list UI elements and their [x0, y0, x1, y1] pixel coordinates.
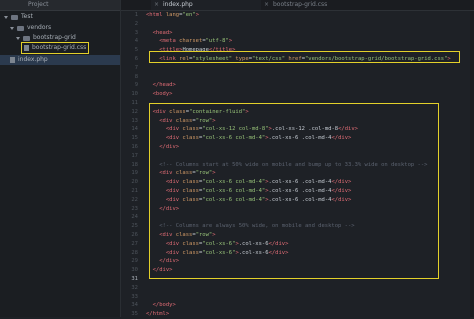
- line-number: 23: [131, 205, 138, 212]
- tree-item-label: vendors: [27, 24, 52, 31]
- code-token: <body>: [146, 91, 173, 98]
- chevron-down-icon: [10, 26, 14, 30]
- tree-item-label: bootstrap-grid.css: [32, 44, 87, 51]
- line-number: 20: [131, 179, 138, 186]
- file-icon: [24, 45, 29, 51]
- line-number: 17: [131, 152, 138, 159]
- chevron-down-icon: [4, 15, 8, 19]
- folder-icon: [11, 14, 18, 20]
- line-number: 19: [131, 170, 138, 177]
- code-token: charset: [175, 38, 203, 45]
- line-number: 22: [131, 196, 138, 203]
- tab-label: bootstrap-grid.css: [273, 1, 328, 8]
- line-number: 1: [134, 12, 138, 18]
- line-number: 33: [131, 293, 138, 300]
- tree-item-label: Test: [21, 13, 33, 20]
- tree-item-index-php[interactable]: index.php: [10, 55, 48, 65]
- code-line: </body>: [146, 301, 176, 310]
- code-token: >: [228, 38, 233, 45]
- line-number: 31: [131, 276, 138, 282]
- project-panel-header: Project: [0, 0, 120, 11]
- line-number: 12: [131, 108, 138, 115]
- line-number: 5: [134, 47, 138, 54]
- code-editor[interactable]: 1 2 3 4 5 6 7 8 9 10 11 12 13 14 15 16 17 18 19 20 21 22 23 24 2…: [121, 11, 474, 317]
- line-number: 27: [131, 240, 138, 247]
- code-token: </body>: [146, 302, 176, 309]
- line-number: 25: [131, 223, 138, 230]
- code-line: <html lang="en">: [146, 11, 199, 20]
- code-line: <meta charset="utf-8">: [146, 37, 232, 46]
- line-number: 8: [134, 73, 138, 80]
- line-number: 35: [131, 311, 138, 318]
- line-number: 18: [131, 161, 138, 168]
- line-number: 14: [131, 126, 138, 133]
- code-token: <head>: [146, 29, 173, 36]
- line-number: 24: [131, 214, 138, 221]
- tree-item-vendors[interactable]: vendors: [10, 23, 51, 33]
- close-icon[interactable]: ×: [264, 0, 269, 10]
- line-number: 30: [131, 267, 138, 274]
- tab-bar: × index.php × bootstrap-grid.css: [121, 0, 474, 11]
- tree-item-bootstrap-grid[interactable]: bootstrap-grid: [16, 33, 76, 43]
- line-number: 26: [131, 232, 138, 238]
- tree-item-test[interactable]: Test: [4, 12, 33, 22]
- line-number: 21: [131, 188, 138, 194]
- tab-label: index.php: [163, 1, 193, 8]
- tree-item-label: index.php: [18, 56, 48, 63]
- line-number: 9: [134, 82, 138, 89]
- line-number: 6: [134, 56, 138, 62]
- code-line: </head>: [146, 81, 176, 90]
- file-icon: [10, 57, 15, 63]
- line-number: 15: [131, 135, 138, 142]
- tree-item-bootstrap-grid-css[interactable]: bootstrap-grid.css: [20, 42, 90, 54]
- highlight-box-link-line: [149, 51, 460, 63]
- scrollbar[interactable]: [470, 11, 474, 317]
- code-token: >: [195, 12, 199, 18]
- line-number: 4: [134, 38, 138, 45]
- line-number: 16: [131, 144, 138, 150]
- code-token: </head>: [146, 82, 176, 89]
- tab-bootstrap-grid-css[interactable]: × bootstrap-grid.css: [261, 0, 381, 10]
- editor-window: Project Test vendors bootstrap-grid boot…: [0, 0, 474, 317]
- line-number: 13: [131, 117, 138, 124]
- tree-item-label: bootstrap-grid: [33, 34, 76, 41]
- line-number-gutter: 1 2 3 4 5 6 7 8 9 10 11 12 13 14 15 16 17 18 19 20 21 22 23 24 2…: [121, 11, 141, 317]
- line-number: 32: [131, 284, 138, 291]
- project-tree-panel: Project Test vendors bootstrap-grid boot…: [0, 0, 121, 317]
- folder-icon: [17, 25, 24, 31]
- code-token: <html: [146, 12, 163, 18]
- chevron-down-icon: [16, 36, 20, 40]
- line-number: 10: [131, 91, 138, 98]
- line-number: 29: [131, 258, 138, 265]
- line-number: 11: [131, 100, 138, 106]
- line-number: 34: [131, 302, 138, 309]
- line-number: 28: [131, 249, 138, 256]
- code-token: "en": [182, 12, 196, 18]
- highlight-box-container-block: [149, 103, 439, 279]
- code-token: lang: [162, 12, 180, 18]
- code-token: <meta: [146, 38, 176, 45]
- line-number: 2: [134, 20, 138, 27]
- line-number: 3: [134, 29, 138, 36]
- code-token: </html>: [146, 311, 170, 318]
- code-line: <head>: [146, 29, 173, 38]
- code-line: </html>: [146, 310, 169, 319]
- folder-icon: [23, 35, 30, 41]
- code-token: "utf-8": [205, 38, 229, 45]
- line-number: 7: [134, 64, 138, 71]
- tab-index-php[interactable]: × index.php: [151, 0, 261, 10]
- code-line: <body>: [146, 90, 173, 99]
- close-icon[interactable]: ×: [154, 0, 159, 10]
